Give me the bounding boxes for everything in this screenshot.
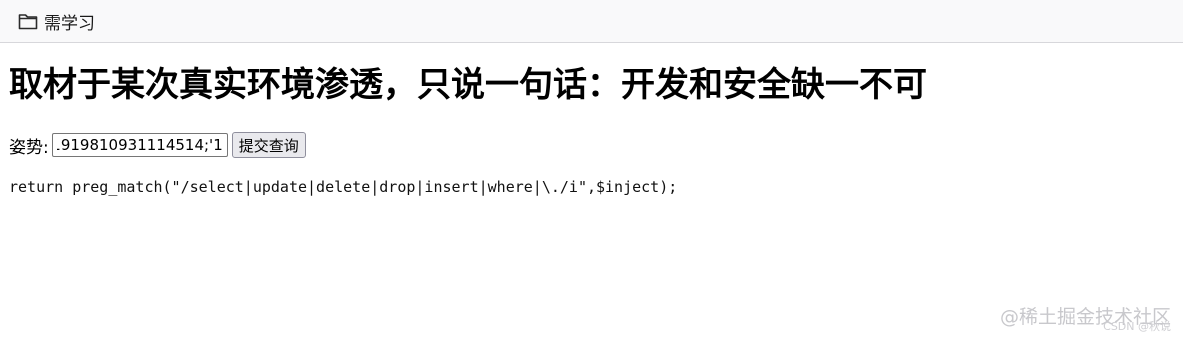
folder-icon — [18, 12, 38, 30]
watermark-csdn: CSDN @秋说 — [1103, 320, 1171, 333]
page-title: 取材于某次真实环境渗透，只说一句话：开发和安全缺一不可 — [9, 65, 927, 105]
filter-code-text: return preg_match("/select|update|delete… — [9, 178, 678, 196]
folder-label: 需学习 — [44, 13, 95, 34]
inject-form: 姿势: 提交查询 — [9, 132, 306, 158]
inject-input[interactable] — [51, 133, 228, 157]
submit-button[interactable]: 提交查询 — [231, 132, 306, 158]
tab-bar: 需学习 — [0, 0, 1183, 43]
bookmark-folder-tab[interactable]: 需学习 — [18, 0, 95, 43]
inject-label: 姿势: — [9, 137, 49, 158]
